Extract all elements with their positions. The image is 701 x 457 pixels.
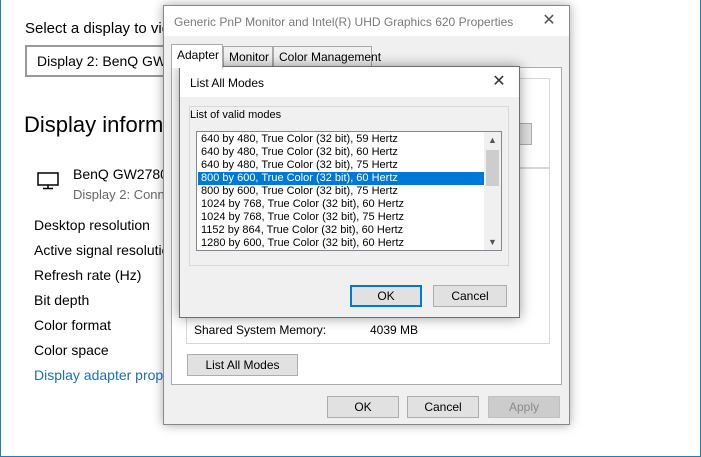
monitor-icon — [37, 172, 59, 190]
modes-listbox[interactable]: 640 by 480, True Color (32 bit), 59 Hert… — [196, 131, 502, 251]
ok-button[interactable]: OK — [327, 396, 399, 418]
modes-dialog-title: List All Modes — [190, 76, 265, 90]
display-select-dropdown[interactable]: Display 2: BenQ GW2 — [25, 45, 185, 77]
shared-memory-value: 4039 MB — [370, 323, 419, 337]
bit-depth-label: Bit depth — [34, 292, 90, 308]
valid-modes-label: List of valid modes — [190, 109, 282, 121]
select-display-label: Select a display to view — [25, 20, 181, 37]
list-all-modes-dialog: List All Modes ✕ List of valid modes 640… — [179, 66, 520, 318]
desktop-resolution-label: Desktop resolution — [34, 217, 150, 233]
list-item[interactable]: 1024 by 768, True Color (32 bit), 60 Her… — [198, 198, 485, 211]
tab-adapter[interactable]: Adapter — [171, 44, 223, 68]
tab-color-management[interactable]: Color Management — [273, 46, 381, 68]
properties-dialog-title: Generic PnP Monitor and Intel(R) UHD Gra… — [174, 15, 514, 29]
list-all-modes-button[interactable]: List All Modes — [187, 354, 298, 376]
refresh-rate-label: Refresh rate (Hz) — [34, 267, 142, 283]
color-space-label: Color space — [34, 342, 109, 358]
close-icon[interactable]: ✕ — [489, 73, 509, 91]
modes-scrollbar[interactable]: ▲ ▼ — [484, 132, 501, 250]
list-item[interactable]: 640 by 480, True Color (32 bit), 59 Hert… — [198, 133, 485, 146]
list-item[interactable]: 640 by 480, True Color (32 bit), 60 Hert… — [198, 146, 485, 159]
display-adapter-properties-link[interactable]: Display adapter prop — [34, 367, 163, 383]
monitor-subtitle: Display 2: Conne — [73, 187, 172, 202]
list-item[interactable]: 640 by 480, True Color (32 bit), 75 Hert… — [198, 159, 485, 172]
tab-monitor[interactable]: Monitor — [223, 46, 273, 68]
close-icon[interactable]: ✕ — [539, 12, 559, 30]
list-item[interactable]: 1152 by 864, True Color (32 bit), 60 Her… — [198, 224, 485, 237]
cancel-button[interactable]: Cancel — [407, 396, 479, 418]
scroll-thumb[interactable] — [486, 150, 499, 186]
list-item[interactable]: 800 by 600, True Color (32 bit), 75 Hert… — [198, 185, 485, 198]
modes-list: 640 by 480, True Color (32 bit), 59 Hert… — [198, 133, 485, 250]
list-item[interactable]: 800 by 600, True Color (32 bit), 60 Hert… — [198, 172, 485, 185]
shared-memory-label: Shared System Memory: — [194, 323, 327, 337]
scroll-up-icon[interactable]: ▲ — [484, 132, 501, 148]
modes-titlebar[interactable]: List All Modes ✕ — [180, 67, 519, 97]
modes-cancel-button[interactable]: Cancel — [433, 285, 507, 307]
apply-button[interactable]: Apply — [488, 396, 560, 418]
list-item[interactable]: 1024 by 768, True Color (32 bit), 75 Her… — [198, 211, 485, 224]
monitor-name: BenQ GW2780 — [73, 166, 168, 182]
modes-ok-button[interactable]: OK — [350, 285, 422, 307]
active-signal-resolution-label: Active signal resolutio — [34, 242, 170, 258]
display-information-heading: Display informat — [24, 112, 182, 137]
scroll-down-icon[interactable]: ▼ — [484, 234, 501, 250]
color-format-label: Color format — [34, 317, 112, 333]
properties-titlebar[interactable]: Generic PnP Monitor and Intel(R) UHD Gra… — [164, 6, 569, 36]
list-item[interactable]: 1280 by 600, True Color (32 bit), 60 Her… — [198, 237, 485, 250]
